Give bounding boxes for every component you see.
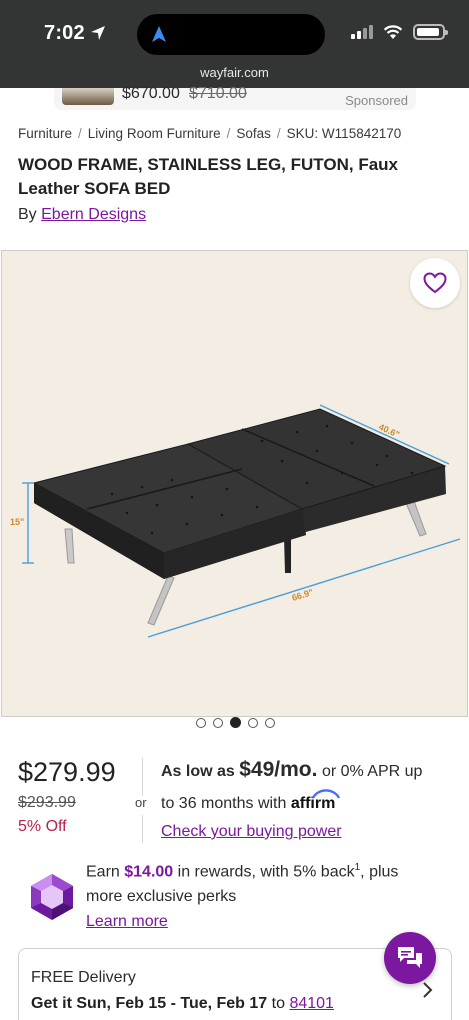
favorite-button[interactable] <box>410 258 460 308</box>
sponsored-price: $670.00 <box>122 85 180 102</box>
rewards-text-end: , plus <box>360 863 399 881</box>
as-low-as-label: As low as <box>161 763 235 780</box>
affirm-arc-icon <box>311 789 340 799</box>
sofa-leg <box>284 536 291 573</box>
learn-more-link[interactable]: Learn more <box>86 913 168 931</box>
carousel-dot[interactable] <box>265 717 275 728</box>
original-price: $293.99 <box>18 794 76 811</box>
battery-icon <box>413 24 448 40</box>
location-arrow-icon <box>91 26 105 40</box>
rewards-text: in rewards, with 5% back <box>177 863 355 881</box>
product-byline: By Ebern Designs <box>18 206 146 224</box>
discount-badge: 5% Off <box>18 818 67 835</box>
image-carousel-dots <box>196 717 275 728</box>
breadcrumb: Furniture / Living Room Furniture / Sofas / SK… <box>18 126 402 141</box>
monthly-payment: $49/mo. <box>239 758 318 781</box>
check-buying-power-link[interactable]: Check your buying power <box>161 823 342 841</box>
financing-line-2: to 36 months with affirm <box>161 789 340 813</box>
affirm-logo: affirm <box>291 789 340 812</box>
rewards-line-2: more exclusive perks <box>86 888 237 905</box>
zip-code-link[interactable]: 84101 <box>289 995 334 1012</box>
financing-term-text: to 36 months with <box>161 795 287 812</box>
sofa-leg <box>405 500 427 537</box>
rewards-line-1: Earn $14.00 in rewards, with 5% back1, p… <box>86 862 398 881</box>
rewards-amount: $14.00 <box>124 863 174 881</box>
wifi-icon <box>383 24 403 39</box>
sponsored-tag: Sponsored <box>345 93 408 108</box>
status-time: 7:02 <box>44 22 85 44</box>
signal-icon <box>351 25 373 39</box>
breadcrumb-living-room[interactable]: Living Room Furniture <box>88 126 221 141</box>
carousel-dot[interactable] <box>196 717 206 728</box>
financing-line-1: As low as $49/mo. or 0% APR up <box>161 758 422 782</box>
by-label: By <box>18 206 37 223</box>
sponsored-thumbnail <box>62 88 114 105</box>
width-dimension-label: 66.9" <box>291 587 315 603</box>
carousel-dot-active[interactable] <box>230 717 241 728</box>
divider <box>142 815 143 843</box>
divider <box>142 758 143 796</box>
delivery-date-range: Get it Sun, Feb 15 - Tue, Feb 17 <box>31 995 268 1012</box>
sofa-bed-illustration: 15" 40.6" 66.9" <box>10 404 461 638</box>
breadcrumb-furniture[interactable]: Furniture <box>18 126 72 141</box>
carousel-dot[interactable] <box>213 717 223 728</box>
current-price: $279.99 <box>18 757 116 787</box>
sofa-leg <box>64 528 75 564</box>
sponsored-product-card[interactable]: $670.00 $710.00 Sponsored <box>54 85 416 110</box>
height-dimension-label: 15" <box>10 517 24 527</box>
apr-text: or 0% APR up <box>321 763 423 780</box>
brand-link[interactable]: Ebern Designs <box>41 206 146 223</box>
sponsored-old-price: $710.00 <box>189 85 247 102</box>
delivery-label: FREE Delivery <box>31 969 136 986</box>
navigation-icon <box>152 26 166 42</box>
breadcrumb-sku: SKU: W115842170 <box>286 126 402 141</box>
earn-label: Earn <box>86 863 120 881</box>
to-label: to <box>271 995 285 1012</box>
delivery-dates: Get it Sun, Feb 15 - Tue, Feb 17 to 8410… <box>31 995 334 1013</box>
breadcrumb-sofas[interactable]: Sofas <box>236 126 271 141</box>
product-title: WOOD FRAME, STAINLESS LEG, FUTON, Faux L… <box>18 155 398 198</box>
dynamic-island <box>137 14 325 55</box>
chat-icon <box>398 947 422 968</box>
rewards-gem-icon <box>31 874 73 920</box>
chevron-right-icon <box>423 982 433 998</box>
url-bar[interactable]: wayfair.com <box>0 65 469 80</box>
status-bar: 7:02 wayfair.com <box>0 0 469 88</box>
status-indicators <box>351 24 448 40</box>
carousel-dot[interactable] <box>248 717 258 728</box>
product-image[interactable]: 15" 40.6" 66.9" <box>1 250 468 717</box>
chat-button[interactable] <box>384 932 436 984</box>
or-label: or <box>135 795 147 810</box>
sofa-leg <box>147 575 175 626</box>
heart-icon <box>423 272 447 294</box>
